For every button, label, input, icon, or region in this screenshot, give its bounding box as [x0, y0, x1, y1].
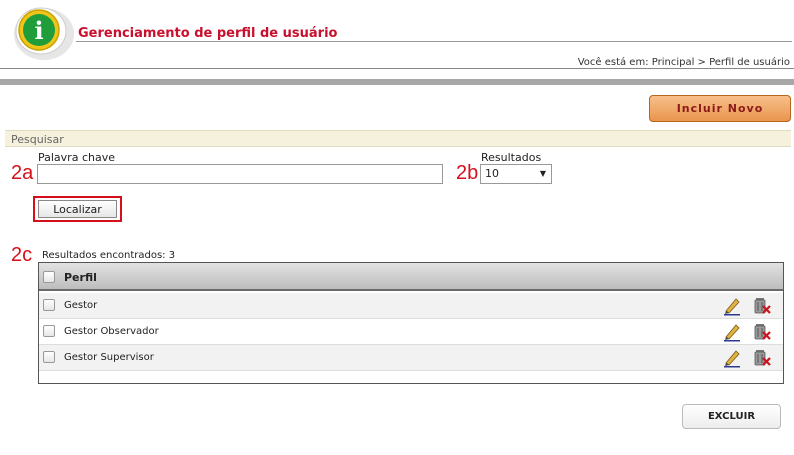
info-logo-icon: i	[8, 4, 76, 62]
column-header-profile: Perfil	[64, 271, 97, 284]
results-select-value: 10	[485, 167, 499, 180]
select-all-checkbox[interactable]	[43, 271, 55, 283]
delete-selected-button[interactable]: EXCLUIR	[682, 404, 781, 429]
pencil-icon[interactable]	[722, 296, 742, 316]
profile-name: Gestor	[64, 300, 98, 311]
results-count: Resultados encontrados: 3	[42, 250, 176, 261]
table-header: Perfil	[39, 263, 783, 291]
annotation-2c: 2c	[11, 244, 33, 266]
trash-delete-icon[interactable]	[752, 322, 772, 342]
results-table: Perfil Gestor Gestor Observador Gestor S…	[38, 262, 784, 384]
annotation-2a: 2a	[11, 162, 34, 184]
annotation-2b: 2b	[456, 162, 479, 184]
search-section-header: Pesquisar	[5, 130, 791, 147]
keyword-label: Palavra chave	[38, 151, 115, 164]
table-row: Gestor	[39, 293, 783, 319]
row-checkbox[interactable]	[43, 351, 55, 363]
row-checkbox[interactable]	[43, 299, 55, 311]
pencil-icon[interactable]	[722, 322, 742, 342]
results-label: Resultados	[481, 151, 542, 164]
trash-delete-icon[interactable]	[752, 296, 772, 316]
table-row: Gestor Supervisor	[39, 345, 783, 371]
table-row: Gestor Observador	[39, 319, 783, 345]
svg-text:i: i	[34, 16, 43, 45]
keyword-input[interactable]	[37, 164, 443, 184]
profile-name: Gestor Supervisor	[64, 352, 154, 363]
caret-down-icon: ▼	[539, 169, 546, 178]
include-new-button[interactable]: Incluir Novo	[649, 95, 791, 122]
title-divider	[76, 41, 792, 42]
results-per-page-select[interactable]: 10 ▼	[480, 164, 552, 184]
trash-delete-icon[interactable]	[752, 348, 772, 368]
pencil-icon[interactable]	[722, 348, 742, 368]
breadcrumb: Você está em: Principal > Perfil de usuá…	[577, 57, 790, 68]
profile-name: Gestor Observador	[64, 326, 159, 337]
row-checkbox[interactable]	[43, 325, 55, 337]
page-title: Gerenciamento de perfil de usuário	[78, 26, 338, 41]
find-button[interactable]: Localizar	[38, 200, 117, 218]
header-divider	[0, 68, 794, 69]
header-band	[0, 79, 794, 85]
